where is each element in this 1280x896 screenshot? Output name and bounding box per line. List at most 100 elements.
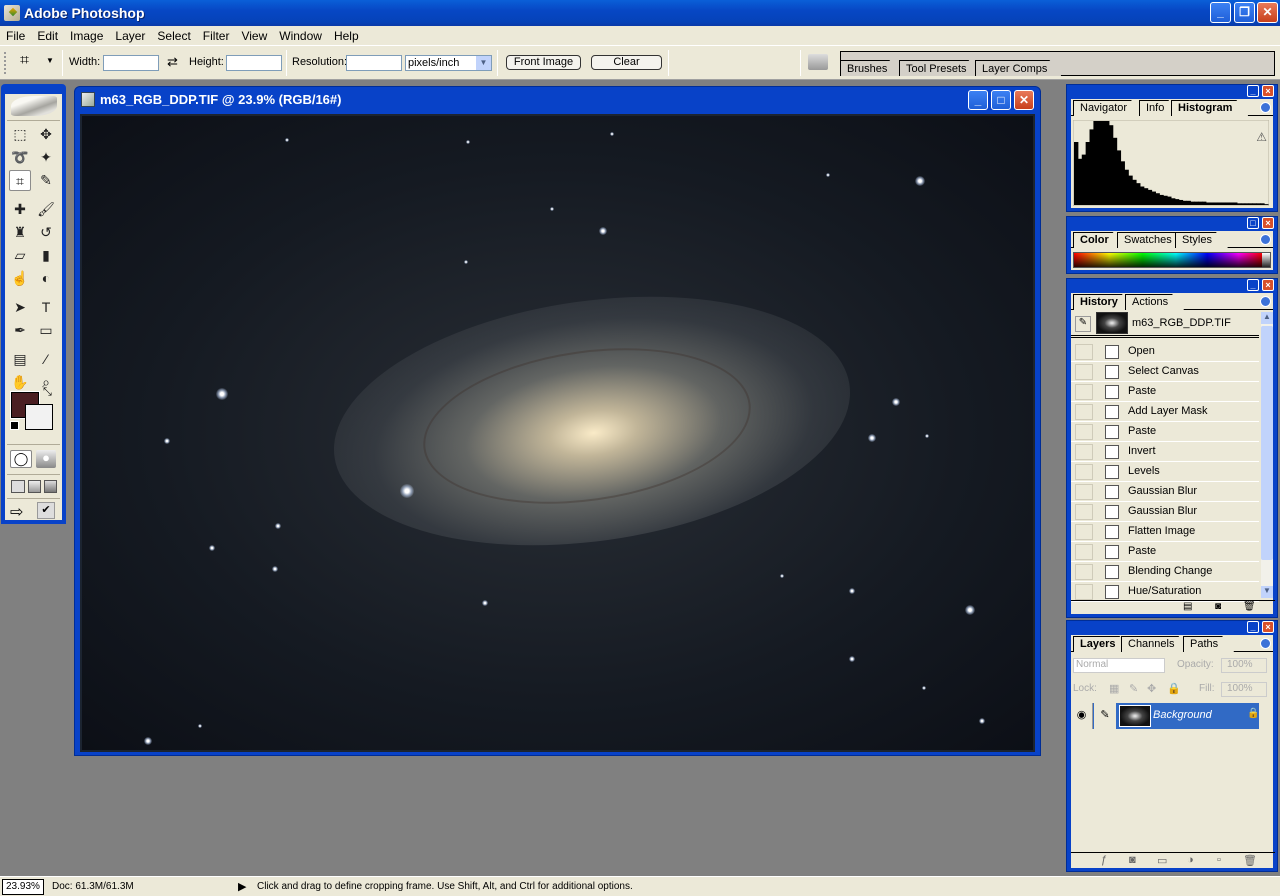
feather-logo-icon[interactable] [11,96,57,116]
panel-maximize-button[interactable]: □ [1247,217,1259,229]
standard-screen-mode-icon[interactable] [11,480,25,493]
panel-close-button[interactable]: × [1262,217,1274,229]
panel-minimize-button[interactable]: _ [1247,279,1259,291]
resolution-input[interactable] [346,55,402,71]
standard-mode-icon[interactable]: ◯ [10,450,32,468]
rectangle-shape-tool-icon[interactable]: ▭ [35,320,57,341]
brush-tool-icon[interactable]: 🖌 [35,199,57,220]
history-source-checkbox[interactable] [1075,384,1093,400]
history-item[interactable]: Gaussian Blur [1071,482,1259,502]
history-source-checkbox[interactable] [1075,444,1093,460]
tab-navigator[interactable]: Navigator [1073,100,1143,116]
history-source-checkbox[interactable] [1075,524,1093,540]
adjustment-layer-icon[interactable]: ◑ [1187,854,1194,866]
opacity-input[interactable]: 100% [1221,658,1267,673]
history-item[interactable]: Hue/Saturation [1071,582,1259,602]
history-item[interactable]: Paste [1071,422,1259,442]
panel-menu-icon[interactable] [1260,296,1271,307]
history-item[interactable]: Blending Change [1071,562,1259,582]
layer-style-icon[interactable]: ƒ [1101,854,1107,866]
history-item[interactable]: Open [1071,342,1259,362]
blend-mode-select[interactable]: Normal [1073,658,1165,673]
panel-close-button[interactable]: × [1262,279,1274,291]
history-source-checkbox[interactable] [1075,344,1093,360]
hand-tool-icon[interactable]: ✋ [9,372,31,393]
file-browser-icon[interactable] [808,54,828,70]
menu-filter[interactable]: Filter [197,26,236,44]
eye-icon[interactable]: ◉ [1071,703,1093,729]
well-tab-layer-comps[interactable]: Layer Comps [975,60,1061,76]
clear-button[interactable]: Clear [591,55,662,70]
history-item[interactable]: Invert [1071,442,1259,462]
scroll-down-icon[interactable]: ▼ [1261,586,1273,598]
pen-tool-icon[interactable]: ✒ [9,320,31,341]
add-mask-icon[interactable]: ◙ [1129,854,1136,866]
slice-tool-icon[interactable]: ✎ [35,170,57,191]
notes-tool-icon[interactable]: ▤ [9,349,31,370]
tool-preset-dropdown-icon[interactable]: ▼ [46,56,54,65]
image-canvas[interactable] [80,114,1035,752]
full-screen-menu-mode-icon[interactable] [28,480,41,493]
menu-window[interactable]: Window [273,26,328,44]
history-scrollbar[interactable]: ▲ ▼ [1261,312,1273,598]
swap-colors-icon[interactable]: ⤡ [43,386,52,399]
history-item[interactable]: Paste [1071,542,1259,562]
close-button[interactable]: ✕ [1257,2,1278,23]
tab-actions[interactable]: Actions [1125,294,1184,310]
history-item[interactable]: Paste [1071,382,1259,402]
menu-file[interactable]: File [0,26,31,44]
menu-select[interactable]: Select [151,26,196,44]
history-item[interactable]: Add Layer Mask [1071,402,1259,422]
history-source-checkbox[interactable] [1075,564,1093,580]
doc-minimize-button[interactable]: _ [968,90,988,110]
history-source-checkbox[interactable] [1075,404,1093,420]
color-ramp[interactable] [1073,252,1271,268]
trash-icon[interactable]: 🗑 [1243,854,1257,867]
clone-stamp-tool-icon[interactable]: ♜ [9,222,31,243]
lock-all-icon[interactable]: 🔒 [1167,682,1181,695]
history-item[interactable]: Flatten Image [1071,522,1259,542]
panel-minimize-button[interactable]: _ [1247,85,1259,97]
history-item[interactable]: Gaussian Blur [1071,502,1259,522]
status-menu-arrow-icon[interactable]: ▶ [238,880,246,893]
fill-input[interactable]: 100% [1221,682,1267,697]
move-tool-icon[interactable]: ✥ [35,124,57,145]
history-brush-tool-icon[interactable]: ↺ [35,222,57,243]
options-bar-grip[interactable] [4,52,7,74]
quick-mask-mode-icon[interactable]: ● [36,450,56,468]
scroll-up-icon[interactable]: ▲ [1261,312,1273,324]
full-screen-mode-icon[interactable] [44,480,57,493]
history-brush-source-icon[interactable]: ✎ [1075,316,1091,332]
menu-edit[interactable]: Edit [31,26,64,44]
history-source-checkbox[interactable] [1075,584,1093,600]
height-input[interactable] [226,55,282,71]
history-item[interactable]: Select Canvas [1071,362,1259,382]
cache-warning-icon[interactable]: ⚠ [1256,130,1267,144]
well-tab-brushes[interactable]: Brushes [841,60,901,76]
panel-close-button[interactable]: × [1262,621,1274,633]
doc-close-button[interactable]: ✕ [1014,90,1034,110]
type-tool-icon[interactable]: T [35,297,57,318]
front-image-button[interactable]: Front Image [506,55,581,70]
swap-dimensions-icon[interactable]: ⇄ [167,54,178,70]
dodge-tool-icon[interactable]: ◐ [35,268,57,289]
panel-menu-icon[interactable] [1260,234,1271,245]
magic-wand-tool-icon[interactable]: ✦ [35,147,57,168]
eyedropper-tool-icon[interactable]: ⁄ [35,349,57,370]
doc-maximize-button[interactable]: □ [991,90,1011,110]
new-document-from-state-icon[interactable]: ▤ [1183,601,1192,612]
panel-minimize-button[interactable]: _ [1247,621,1259,633]
lock-position-icon[interactable]: ✥ [1147,682,1156,695]
path-selection-tool-icon[interactable]: ➤ [9,297,31,318]
tab-history[interactable]: History [1073,294,1134,310]
lasso-tool-icon[interactable]: ➰ [9,147,31,168]
new-layer-icon[interactable]: ▫ [1217,854,1221,866]
healing-brush-tool-icon[interactable]: ✚ [9,199,31,220]
lock-transparency-icon[interactable]: ▦ [1109,682,1119,695]
eraser-tool-icon[interactable]: ▱ [9,245,31,266]
minimize-button[interactable]: _ [1210,2,1231,23]
history-source-checkbox[interactable] [1075,504,1093,520]
width-input[interactable] [103,55,159,71]
crop-tool-icon[interactable]: ⌗ [9,170,31,191]
layer-row-background[interactable]: ◉ ✎ Background 🔒 [1071,703,1259,729]
